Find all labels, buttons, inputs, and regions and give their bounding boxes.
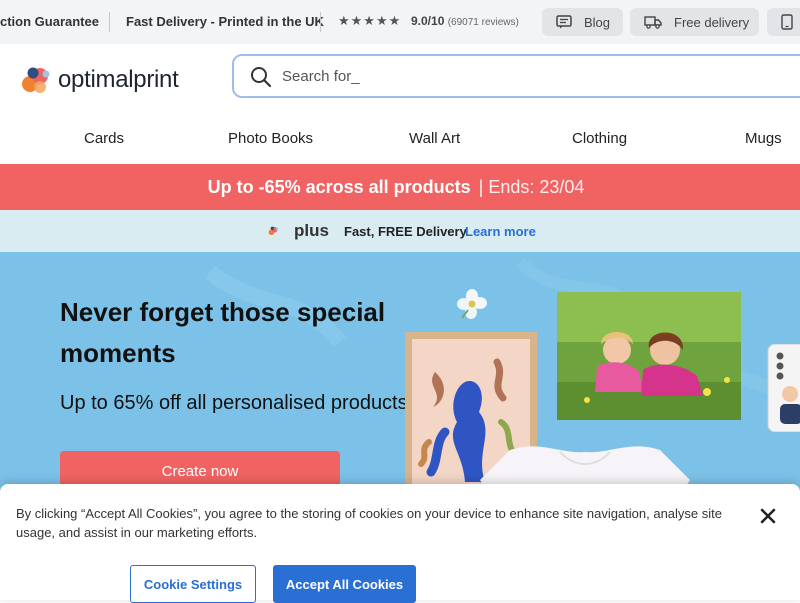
nav-item-wall-art[interactable]: Wall Art xyxy=(409,130,460,147)
phone-button[interactable] xyxy=(767,8,800,36)
plus-logo-icon xyxy=(268,226,279,236)
phone-icon xyxy=(781,14,793,30)
flower-icon xyxy=(457,289,487,319)
promo-main-text: Up to -65% across all products xyxy=(207,176,471,197)
top-info-bar: ction Guarantee Fast Delivery - Printed … xyxy=(0,0,800,44)
hero-title: Never forget those special moments xyxy=(60,297,386,368)
blog-icon xyxy=(556,15,572,29)
accept-all-cookies-button[interactable]: Accept All Cookies xyxy=(273,565,416,603)
logo-text: optimalprint xyxy=(58,66,179,93)
blog-button[interactable]: Blog xyxy=(542,8,623,36)
fast-delivery-text: Fast Delivery - Printed in the UK xyxy=(126,14,324,29)
blog-label: Blog xyxy=(584,14,611,30)
cookie-settings-button[interactable]: Cookie Settings xyxy=(130,565,256,603)
logo-mark-icon xyxy=(22,67,50,93)
search-icon xyxy=(251,67,272,88)
phone-case-image xyxy=(767,344,800,432)
guarantee-text: ction Guarantee xyxy=(0,14,99,29)
search-input[interactable] xyxy=(282,64,800,88)
learn-more-link[interactable]: Learn more xyxy=(465,224,536,239)
star-rating-icon: ★★★★★ xyxy=(338,13,402,28)
plus-delivery-text: Fast, FREE Delivery xyxy=(344,224,467,239)
promo-banner[interactable]: Up to -65% across all products | Ends: 2… xyxy=(0,164,800,210)
nav-item-clothing[interactable]: Clothing xyxy=(572,130,627,147)
cookie-notice-text: By clicking “Accept All Cookies”, you ag… xyxy=(16,506,722,540)
free-delivery-label: Free delivery xyxy=(674,14,750,30)
photo-canvas-image xyxy=(557,292,741,420)
divider xyxy=(109,12,110,32)
optimalprint-logo[interactable]: optimalprint xyxy=(20,64,200,98)
divider xyxy=(320,12,321,32)
search-bar[interactable] xyxy=(232,54,800,98)
rating-summary: 9.0/10 (69071 reviews) xyxy=(411,14,519,28)
nav-item-photo-books[interactable]: Photo Books xyxy=(228,130,313,147)
nav-item-mugs[interactable]: Mugs xyxy=(745,130,782,147)
rating-reviews: (69071 reviews) xyxy=(447,17,519,28)
hero-subtitle: Up to 65% off all personalised products xyxy=(60,392,408,414)
promo-ends-text: | Ends: 23/04 xyxy=(478,176,585,197)
rating-score: 9.0/10 xyxy=(411,14,445,28)
nav-item-cards[interactable]: Cards xyxy=(84,130,124,147)
cookie-consent-banner: By clicking “Accept All Cookies”, you ag… xyxy=(0,484,800,603)
plus-word: plus xyxy=(294,221,329,240)
truck-icon xyxy=(644,16,662,29)
close-icon[interactable] xyxy=(758,506,778,526)
free-delivery-button[interactable]: Free delivery xyxy=(630,8,759,36)
